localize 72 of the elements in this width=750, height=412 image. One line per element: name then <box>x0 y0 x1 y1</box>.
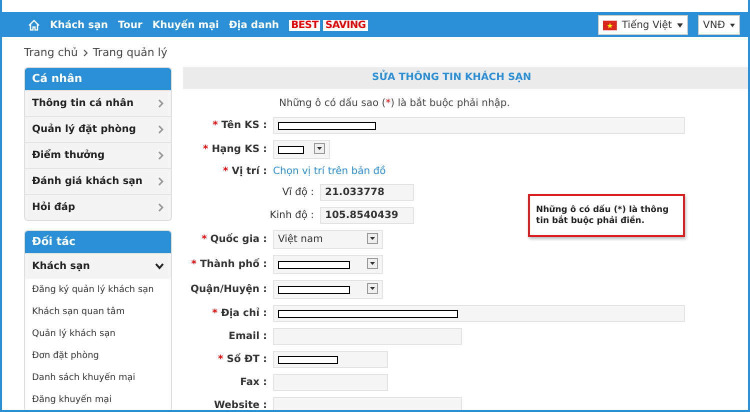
chevron-down-icon <box>155 263 164 270</box>
field-label: * Số ĐT : <box>217 354 268 365</box>
flag-icon <box>603 20 617 30</box>
sidebar-subitem[interactable]: Quản lý khách sạn <box>25 323 171 345</box>
sidebar-item[interactable]: Điểm thưởng <box>25 142 171 168</box>
map-link[interactable]: Chọn vị trí trên bản đồ <box>273 166 386 177</box>
chevron-right-icon <box>158 125 164 134</box>
input-field[interactable] <box>273 305 685 322</box>
chevron-right-icon <box>82 48 88 56</box>
breadcrumb-current: Trang quản lý <box>92 46 168 59</box>
panel-title: Cá nhân <box>25 68 171 90</box>
required-asterisk: * <box>202 144 210 155</box>
field-label: * Tên KS : <box>212 120 268 131</box>
sidebar-item[interactable]: Thông tin cá nhân <box>25 90 171 116</box>
sidebar-item[interactable]: Hỏi đáp <box>25 194 171 220</box>
input-field[interactable] <box>273 374 388 391</box>
select-field[interactable]: Việt nam <box>273 230 383 249</box>
field-label: Quận/Huyện : <box>189 284 268 295</box>
field-label: * Địa chỉ : <box>211 308 268 319</box>
caret-icon <box>676 22 683 28</box>
input-field[interactable] <box>273 351 388 368</box>
input-field[interactable]: 105.8540439 <box>320 207 414 224</box>
select-field[interactable] <box>273 140 330 159</box>
chevron-right-icon <box>158 151 164 160</box>
required-asterisk: * <box>223 166 230 177</box>
chevron-right-icon <box>158 177 164 186</box>
field-label: Website : <box>212 400 268 410</box>
field-label: Kinh độ : <box>268 210 315 221</box>
dropdown-icon <box>367 283 378 294</box>
input-field[interactable] <box>273 328 462 345</box>
required-asterisk: * <box>212 120 219 131</box>
sidebar-item[interactable]: Đánh giá khách sạn <box>25 168 171 194</box>
chevron-right-icon <box>158 99 164 108</box>
required-asterisk: * <box>202 234 208 245</box>
required-asterisk: * <box>212 308 219 319</box>
field-label: * Hạng KS : <box>202 144 268 155</box>
select-field[interactable] <box>273 280 383 299</box>
sidebar-item[interactable]: Quản lý đặt phòng <box>25 116 171 142</box>
required-note: Những ô có dấu sao (*) là bắt buộc phải nhập. <box>278 96 511 111</box>
panel-title: Đối tác <box>25 231 171 253</box>
dropdown-icon <box>367 258 378 269</box>
sidebar-subitem[interactable]: Đăng ký quản lý khách sạn <box>25 279 171 301</box>
dropdown-icon <box>314 143 325 154</box>
field-label: * Thành phố : <box>190 259 268 270</box>
sidebar-subitem[interactable]: Danh sách khuyến mại <box>25 367 171 389</box>
language-select[interactable]: Tiếng Việt <box>598 15 688 35</box>
nav-link[interactable]: Địa danh <box>228 20 280 30</box>
caret-icon <box>730 22 735 28</box>
sidebar-subitem[interactable]: Đăng khuyến mại <box>25 389 171 410</box>
dropdown-icon <box>367 233 378 244</box>
input-field[interactable]: 21.033778 <box>320 184 414 201</box>
breadcrumb-link[interactable]: Trang chủ <box>24 46 78 59</box>
callout-note: Những ô có dấu (*) là thông tin bắt buộc phải điền. <box>528 194 685 238</box>
field-label: * Vị trí : <box>222 166 268 177</box>
required-asterisk: * <box>218 354 224 365</box>
nav-link[interactable]: Tour <box>118 20 142 30</box>
currency-select[interactable]: VNĐ <box>698 15 740 35</box>
input-field[interactable] <box>273 117 685 134</box>
field-label: * Quốc gia : <box>200 234 268 245</box>
sidebar-subitem[interactable]: Đơn đặt phòng <box>25 345 171 367</box>
nav-link[interactable]: Khách sạn <box>50 20 108 30</box>
sidebar-subitem[interactable]: Khách sạn quan tâm <box>25 301 171 323</box>
field-label: Vĩ độ : <box>281 187 315 198</box>
form-title: SỬA THÔNG TIN KHÁCH SẠN <box>183 67 748 89</box>
home-icon[interactable] <box>28 19 40 31</box>
nav-link[interactable]: Khuyến mại <box>152 20 219 30</box>
input-field[interactable] <box>273 397 462 410</box>
field-label: Email : <box>228 331 268 342</box>
field-label: Fax : <box>239 377 268 388</box>
required-asterisk: * <box>191 259 198 270</box>
chevron-right-icon <box>158 203 164 212</box>
select-field[interactable] <box>273 255 383 274</box>
